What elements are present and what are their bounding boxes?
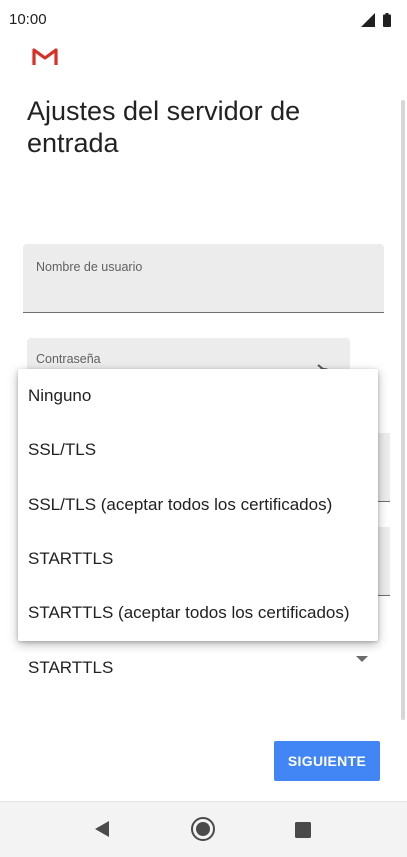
password-label: Contraseña xyxy=(36,352,101,366)
status-icons xyxy=(360,13,391,31)
dropdown-option-ssl-all[interactable]: SSL/TLS (aceptar todos los certificados) xyxy=(18,478,378,532)
page-title: Ajustes del servidor de entrada xyxy=(27,96,301,158)
dropdown-option-none[interactable]: Ninguno xyxy=(18,369,378,423)
recents-icon[interactable] xyxy=(295,822,311,838)
dropdown-option-starttls[interactable]: STARTTLS xyxy=(18,532,378,586)
username-label: Nombre de usuario xyxy=(36,260,143,274)
back-icon[interactable] xyxy=(94,821,110,837)
status-time: 10:00 xyxy=(9,11,47,28)
battery-icon xyxy=(383,13,391,27)
nav-bar xyxy=(0,801,407,857)
scrollbar[interactable] xyxy=(401,100,405,720)
gmail-logo xyxy=(32,48,58,65)
home-icon[interactable] xyxy=(190,816,216,842)
security-type-select[interactable]: STARTTLS xyxy=(28,646,368,686)
server-field-edge xyxy=(378,527,390,596)
dropdown-option-ssl[interactable]: SSL/TLS xyxy=(18,423,378,477)
port-field-edge xyxy=(378,433,390,502)
security-dropdown-menu: Ninguno SSL/TLS SSL/TLS (aceptar todos l… xyxy=(18,369,378,641)
username-field[interactable]: Nombre de usuario xyxy=(23,244,384,313)
signal-icon xyxy=(360,13,375,27)
next-button[interactable]: SIGUIENTE xyxy=(274,741,380,781)
security-value: STARTTLS xyxy=(28,658,114,677)
status-bar: 10:00 xyxy=(0,0,407,40)
dropdown-arrow-icon xyxy=(356,656,368,662)
dropdown-option-starttls-all[interactable]: STARTTLS (aceptar todos los certificados… xyxy=(18,586,378,640)
